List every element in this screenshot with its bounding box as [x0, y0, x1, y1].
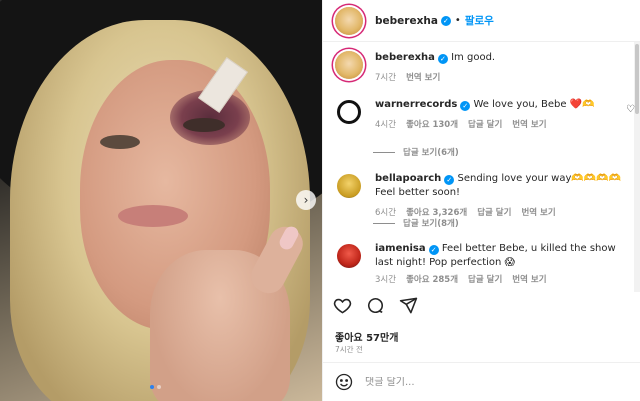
avatar[interactable] [337, 174, 361, 198]
post-photo[interactable]: › [0, 0, 322, 401]
comment-icon[interactable] [366, 296, 385, 315]
translate-link[interactable]: 번역 보기 [406, 71, 440, 85]
avatar[interactable] [337, 244, 361, 268]
comment-composer [323, 362, 640, 401]
post-time[interactable]: 7시간 전 [335, 344, 363, 355]
emoji-icon[interactable] [335, 373, 353, 391]
view-replies-label: 답글 보기(6개) [403, 148, 459, 158]
caption-text: Im good. [451, 52, 496, 63]
carousel-dot [157, 385, 161, 389]
reply-button[interactable]: 답글 달기 [477, 206, 511, 220]
follow-button[interactable]: 팔로우 [465, 13, 494, 28]
verified-icon: ✓ [444, 175, 455, 185]
carousel-dots [150, 385, 161, 389]
lips [118, 205, 188, 227]
comment-text: We love you, Bebe ❤️🫶 [473, 99, 595, 110]
carousel-dot [150, 385, 154, 389]
verified-icon: ✓ [428, 245, 439, 255]
username-link[interactable]: beberexha [375, 15, 438, 27]
verified-icon: ✓ [460, 101, 471, 111]
post-panel: beberexha ✓ • 팔로우 beberexha ✓ Im good. 7시… [322, 0, 640, 401]
translate-link[interactable]: 번역 보기 [512, 273, 546, 287]
comment-input[interactable] [365, 376, 615, 388]
reply-button[interactable]: 답글 달기 [468, 118, 502, 132]
left-eye [100, 135, 140, 149]
like-count[interactable]: 좋아요 57만개 [335, 329, 398, 344]
caption-row: beberexha ✓ Im good. 7시간 번역 보기 [335, 51, 635, 85]
chevron-right-icon: › [303, 193, 309, 207]
avatar[interactable] [337, 100, 361, 124]
reply-button[interactable]: 답글 달기 [468, 273, 502, 287]
caption-username[interactable]: beberexha [375, 52, 435, 63]
comment-username[interactable]: warnerrecords [375, 99, 457, 110]
comment: bellapoarch ✓ Sending love your way🫶🫶🫶🫶 F… [335, 172, 635, 220]
divider [373, 222, 395, 224]
like-comment-icon[interactable]: ♡ [626, 104, 635, 115]
avatar[interactable] [335, 51, 363, 79]
divider [373, 151, 395, 153]
carousel-next-button[interactable]: › [296, 190, 316, 210]
comment-username[interactable]: bellapoarch [375, 173, 441, 184]
view-replies-label: 답글 보기(8개) [403, 219, 459, 229]
comment-time[interactable]: 3시간 [375, 273, 396, 287]
comment-time[interactable]: 4시간 [375, 118, 396, 132]
action-bar [333, 296, 418, 315]
right-eye [183, 118, 225, 132]
translate-link[interactable]: 번역 보기 [521, 206, 555, 220]
share-icon[interactable] [399, 296, 418, 315]
avatar[interactable] [335, 6, 363, 35]
comment-likes[interactable]: 좋아요 130개 [406, 118, 458, 132]
caption-time[interactable]: 7시간 [375, 71, 396, 85]
comment-likes[interactable]: 좋아요 285개 [406, 273, 458, 287]
translate-link[interactable]: 번역 보기 [512, 118, 546, 132]
verified-icon: ✓ [437, 54, 448, 64]
verified-icon: ✓ [440, 15, 451, 26]
comment: iamenisa ✓ Feel better Bebe, u killed the… [335, 242, 635, 287]
heart-icon[interactable] [333, 296, 352, 315]
comments-list: beberexha ✓ Im good. 7시간 번역 보기 warnerreco… [323, 46, 640, 294]
separator: • [454, 15, 461, 26]
comment-username[interactable]: iamenisa [375, 243, 426, 254]
view-replies-button[interactable]: 답글 보기(8개) [373, 217, 459, 229]
comment: warnerrecords ✓ We love you, Bebe ❤️🫶 4시간… [335, 98, 635, 132]
view-replies-button[interactable]: 답글 보기(6개) [373, 146, 459, 158]
post-header: beberexha ✓ • 팔로우 [323, 0, 640, 42]
